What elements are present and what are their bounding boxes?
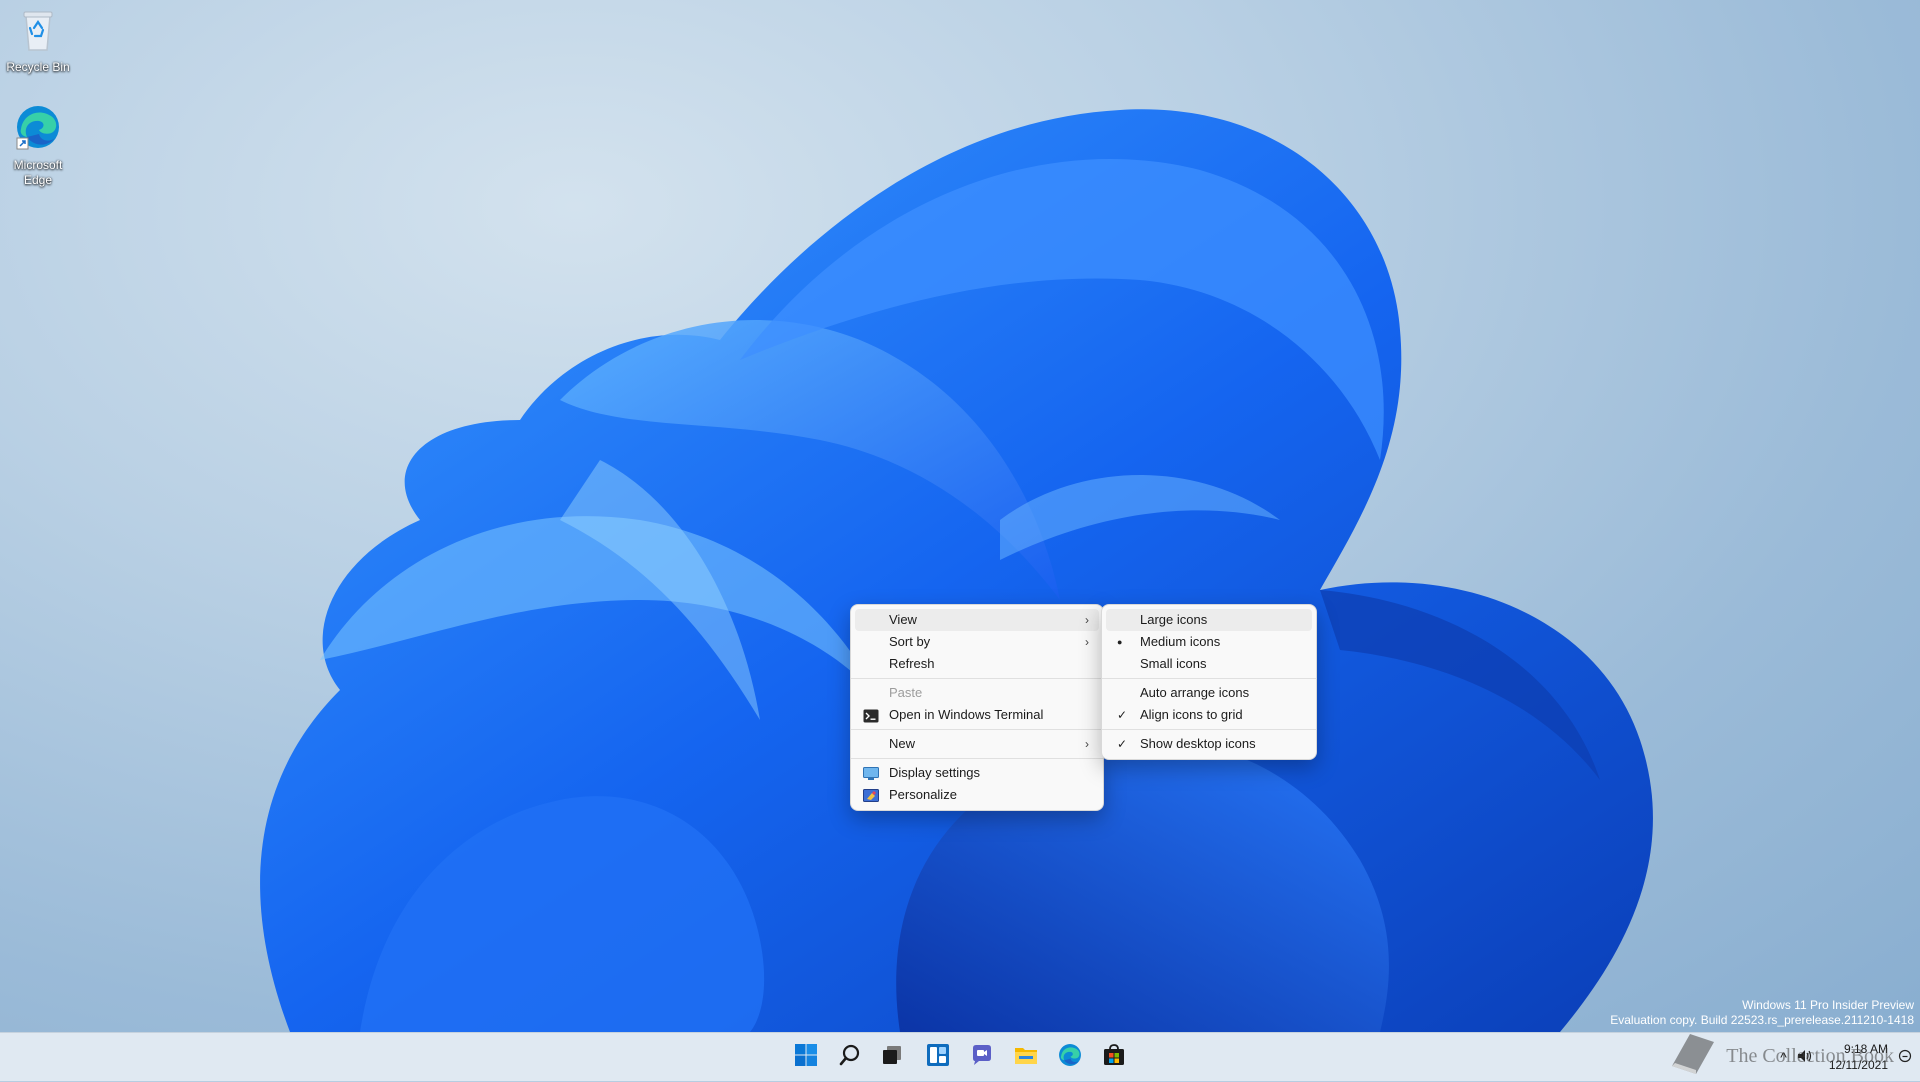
- menu-item-label: Large icons: [1140, 612, 1208, 627]
- checkmark-icon: ✓: [1117, 737, 1128, 751]
- desktop[interactable]: Recycle Bin Microsoft Edge View › Sort by…: [0, 0, 1920, 1032]
- watermark-line-1: Windows 11 Pro Insider Preview: [1742, 998, 1914, 1012]
- menu-item-sort-by[interactable]: Sort by ›: [855, 631, 1099, 653]
- menu-item-label: Align icons to grid: [1140, 707, 1243, 722]
- menu-separator: [851, 758, 1103, 759]
- menu-separator: [851, 678, 1103, 679]
- menu-separator: [1102, 729, 1316, 730]
- task-view-icon: [880, 1043, 904, 1072]
- display-icon: [863, 766, 879, 780]
- menu-item-label: Medium icons: [1140, 634, 1221, 649]
- chevron-right-icon: ›: [1085, 737, 1089, 751]
- menu-item-align-icons-to-grid[interactable]: ✓ Align icons to grid: [1106, 704, 1312, 726]
- menu-item-label: Show desktop icons: [1140, 736, 1256, 751]
- radio-selected-icon: ●: [1117, 637, 1123, 647]
- store-icon: [1102, 1043, 1126, 1072]
- menu-item-medium-icons[interactable]: ● Medium icons: [1106, 631, 1312, 653]
- chat-icon: [970, 1043, 994, 1072]
- recycle-bin-icon: [0, 8, 76, 56]
- book-icon: [1666, 1030, 1718, 1082]
- file-explorer-button[interactable]: [1010, 1041, 1042, 1073]
- menu-separator: [1102, 678, 1316, 679]
- menu-item-large-icons[interactable]: Large icons: [1106, 609, 1312, 631]
- menu-item-label: View: [889, 612, 917, 627]
- widgets-icon: [926, 1043, 950, 1072]
- terminal-icon: [863, 708, 879, 723]
- menu-separator: [851, 729, 1103, 730]
- menu-item-label: Paste: [889, 685, 923, 700]
- collection-book-watermark: The Collection Book: [1666, 1030, 1894, 1082]
- menu-item-label: Display settings: [889, 765, 981, 780]
- watermark-brand-text: The Collection Book: [1726, 1044, 1894, 1067]
- widgets-button[interactable]: [922, 1041, 954, 1073]
- desktop-icon-recycle-bin[interactable]: Recycle Bin: [0, 8, 76, 75]
- search-button[interactable]: [834, 1041, 866, 1073]
- menu-item-small-icons[interactable]: Small icons: [1106, 653, 1312, 675]
- menu-item-label: Personalize: [889, 787, 957, 802]
- menu-item-show-desktop-icons[interactable]: ✓ Show desktop icons: [1106, 733, 1312, 755]
- menu-item-open-in-windows-terminal[interactable]: Open in Windows Terminal: [855, 704, 1099, 726]
- desktop-icon-microsoft-edge[interactable]: Microsoft Edge: [0, 104, 76, 188]
- menu-item-paste: Paste: [855, 682, 1099, 704]
- chevron-right-icon: ›: [1085, 613, 1089, 627]
- menu-item-label: Refresh: [889, 656, 935, 671]
- start-button[interactable]: [790, 1041, 822, 1073]
- menu-item-new[interactable]: New ›: [855, 733, 1099, 755]
- menu-item-display-settings[interactable]: Display settings: [855, 762, 1099, 784]
- menu-item-personalize[interactable]: Personalize: [855, 784, 1099, 806]
- edge-icon: [0, 104, 76, 154]
- recycle-bin-label: Recycle Bin: [6, 60, 70, 74]
- checkmark-icon: ✓: [1117, 708, 1128, 722]
- evaluation-watermark: Windows 11 Pro Insider Preview Evaluatio…: [1610, 998, 1914, 1028]
- menu-item-label: Open in Windows Terminal: [889, 707, 1044, 722]
- chevron-right-icon: ›: [1085, 635, 1089, 649]
- personalize-icon: [863, 788, 879, 802]
- menu-item-refresh[interactable]: Refresh: [855, 653, 1099, 675]
- chat-button[interactable]: [966, 1041, 998, 1073]
- desktop-context-menu: View › Sort by › Refresh Paste Open in Win…: [850, 604, 1104, 811]
- edge-label: Microsoft Edge: [13, 158, 63, 187]
- edge-icon: [1058, 1043, 1082, 1072]
- menu-item-label: Small icons: [1140, 656, 1207, 671]
- store-button[interactable]: [1098, 1041, 1130, 1073]
- menu-item-label: Auto arrange icons: [1140, 685, 1250, 700]
- menu-item-auto-arrange-icons[interactable]: Auto arrange icons: [1106, 682, 1312, 704]
- notifications-icon[interactable]: [1898, 1049, 1912, 1066]
- task-view-button[interactable]: [876, 1041, 908, 1073]
- watermark-line-2: Evaluation copy. Build 22523.rs_prerelea…: [1610, 1013, 1914, 1027]
- search-icon: [838, 1043, 862, 1072]
- start-icon: [794, 1043, 818, 1072]
- view-submenu: Large icons ● Medium icons Small icons Au…: [1101, 604, 1317, 760]
- menu-item-view[interactable]: View ›: [855, 609, 1099, 631]
- menu-item-label: New: [889, 736, 916, 751]
- menu-item-label: Sort by: [889, 634, 931, 649]
- edge-taskbar-button[interactable]: [1054, 1041, 1086, 1073]
- bloom-wallpaper: [260, 109, 1653, 1032]
- taskbar: ^ 9:18 AM 12/11/2021: [0, 1032, 1920, 1081]
- file-explorer-icon: [1014, 1043, 1038, 1072]
